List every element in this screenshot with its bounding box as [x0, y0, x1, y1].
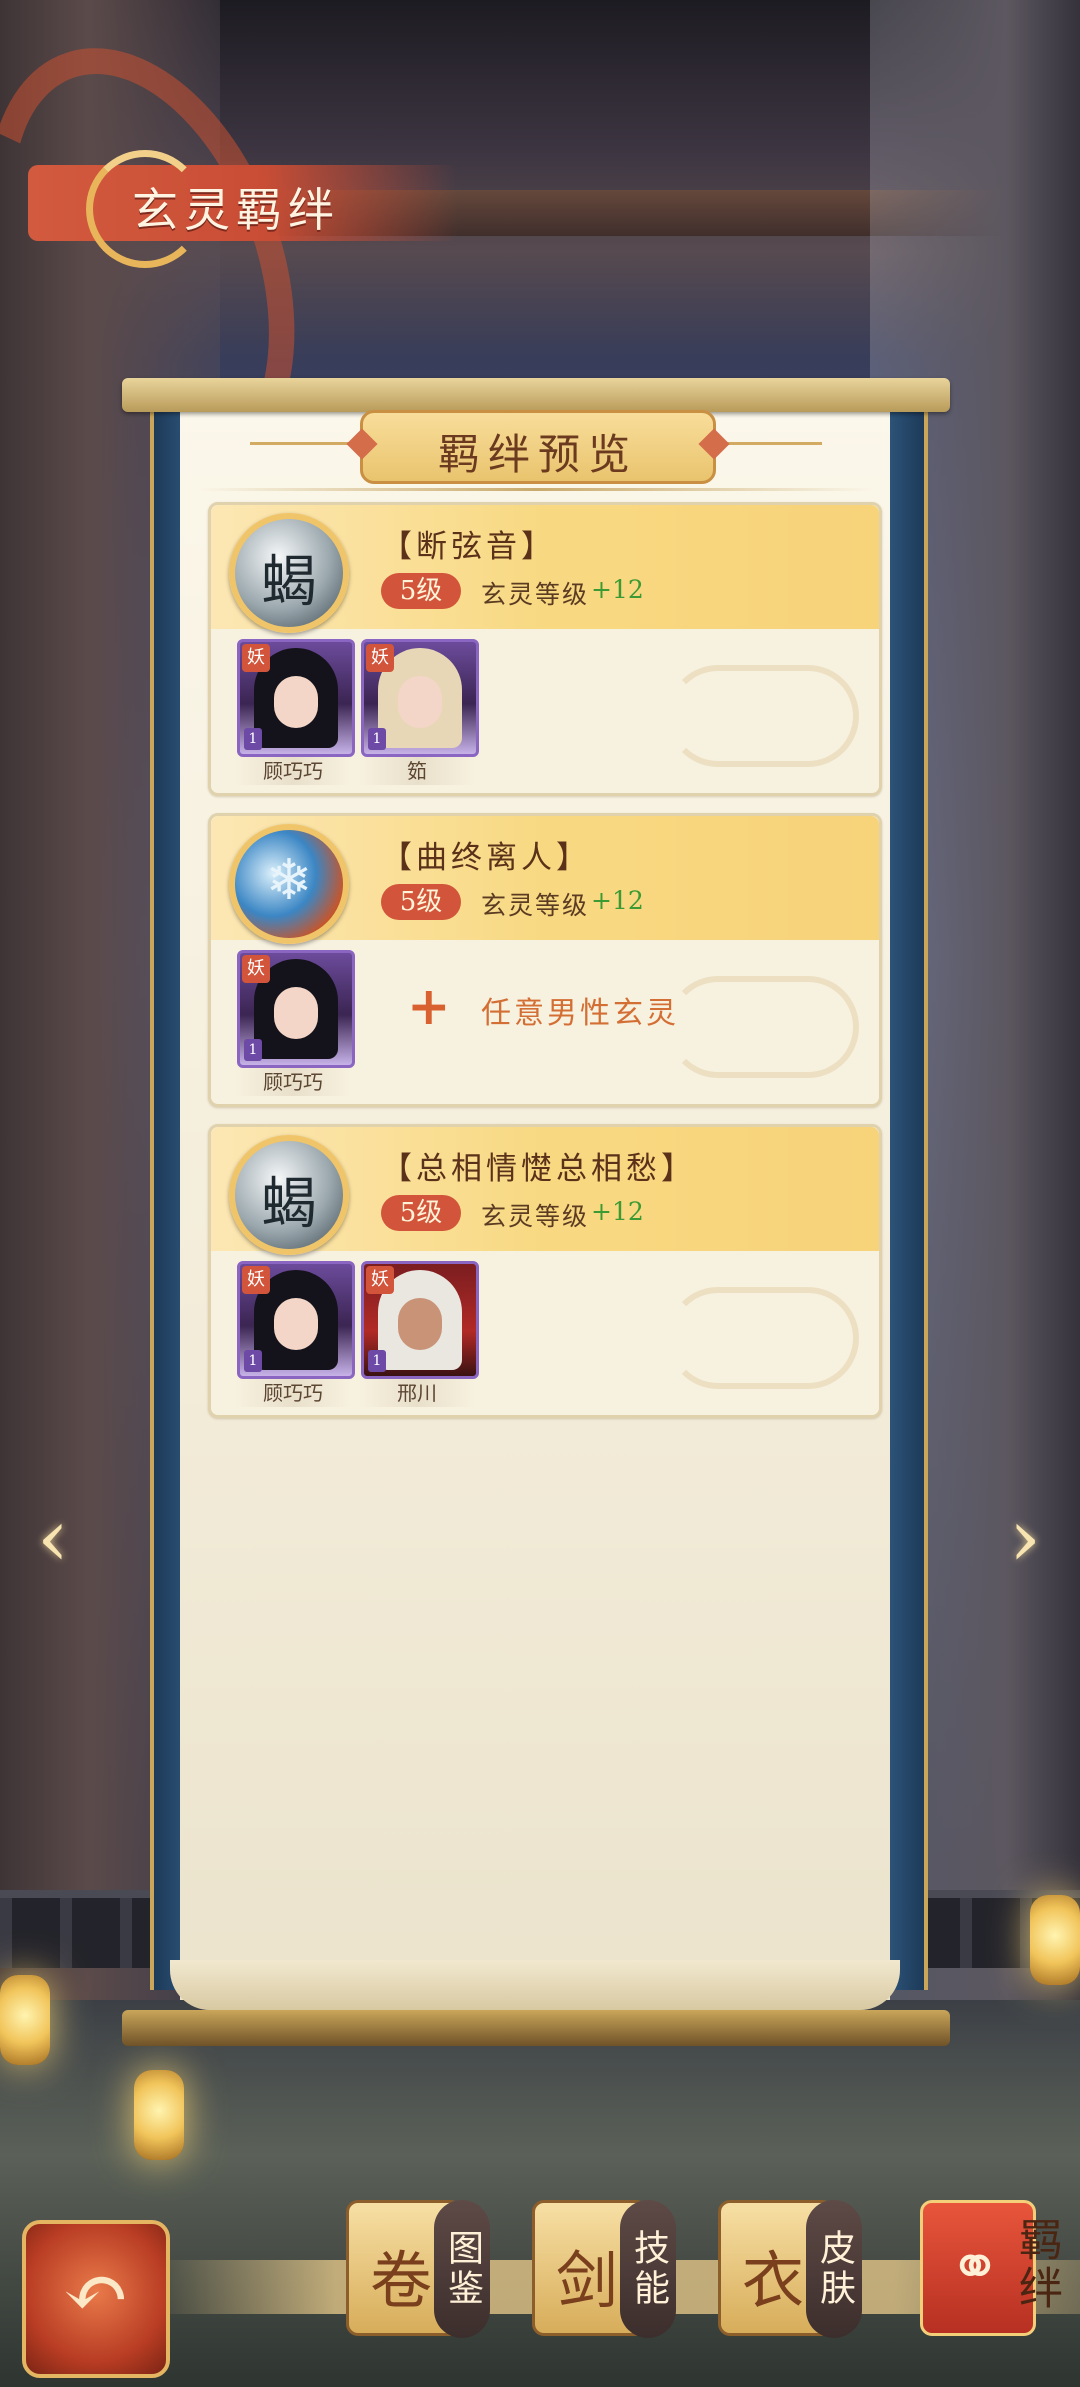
fire-ice-icon[interactable]: ❄ [229, 824, 349, 944]
scorpion-icon[interactable]: 蝎 [229, 513, 349, 633]
yao-tag-badge: 妖 [366, 644, 394, 672]
tab-label: 皮肤 [806, 2200, 862, 2338]
scroll-curl [170, 1960, 900, 2010]
character-level: 1 [244, 1039, 262, 1061]
bond-level-badge: 5级 [381, 1195, 461, 1231]
bond-name: 【总相情憷总相愁】 [381, 1151, 696, 1187]
prev-arrow-icon[interactable]: ‹ [18, 1495, 88, 1581]
scorpion-icon[interactable]: 蝎 [229, 1135, 349, 1255]
tab-label: 技能 [620, 2200, 676, 2338]
character-level: 1 [368, 1350, 386, 1372]
character-name: 邢川 [359, 1379, 475, 1407]
character-portrait[interactable]: 妖 1 [237, 1261, 355, 1379]
character-name: 顾巧巧 [235, 757, 351, 785]
tab-bonds[interactable]: ⚭ 羁绊 [920, 2190, 1070, 2340]
yao-tag-badge: 妖 [242, 955, 270, 983]
tab-collection[interactable]: 卷 图鉴 [346, 2190, 496, 2340]
title-line-right [722, 442, 822, 445]
any-male-slot-label: 任意男性玄灵 [481, 996, 679, 1031]
scroll-rod-bottom [122, 2010, 950, 2046]
scroll-rod-top [122, 378, 950, 412]
bond-bonus-label: 玄灵等级 [481, 1202, 590, 1231]
yao-tag-badge: 妖 [242, 644, 270, 672]
tab-label: 羁绊 [1011, 2217, 1062, 2313]
bond-name: 【断弦音】 [381, 529, 556, 565]
character-name: 筎 [359, 757, 475, 785]
section-title-plate: 羁绊预览 [360, 410, 716, 484]
section-title: 羁绊预览 [437, 430, 638, 479]
back-arrow-icon: ↶ [62, 2246, 130, 2339]
next-arrow-icon[interactable]: › [990, 1495, 1060, 1581]
page-title: 玄灵羁绊 [132, 183, 340, 237]
bond-name: 【曲终离人】 [381, 840, 591, 876]
character-portrait[interactable]: 妖 1 [237, 639, 355, 757]
bond-card-3[interactable]: 蝎 【总相情憷总相愁】 5级 玄灵等级 +12 妖 1 顾巧巧 妖 1 邢川 [208, 1124, 882, 1418]
cloud-decoration [667, 976, 859, 1078]
character-level: 1 [244, 728, 262, 750]
tab-skins[interactable]: 衣 皮肤 [718, 2190, 868, 2340]
scroll-edge-right [888, 400, 928, 1990]
bond-bonus-label: 玄灵等级 [481, 891, 590, 920]
bond-bonus-value: +12 [591, 1197, 644, 1226]
plus-icon: + [407, 976, 451, 1037]
bond-level-badge: 5级 [381, 573, 461, 609]
bond-card-1[interactable]: 蝎 【断弦音】 5级 玄灵等级 +12 妖 1 顾巧巧 妖 1 筎 [208, 502, 882, 796]
yao-tag-badge: 妖 [242, 1266, 270, 1294]
bond-bonus-value: +12 [591, 575, 644, 604]
character-level: 1 [368, 728, 386, 750]
divider [198, 488, 874, 491]
character-portrait[interactable]: 妖 1 [361, 639, 479, 757]
bond-level-badge: 5级 [381, 884, 461, 920]
title-line-left [250, 442, 350, 445]
character-portrait[interactable]: 妖 1 [237, 950, 355, 1068]
bond-bonus-label: 玄灵等级 [481, 580, 590, 609]
cloud-decoration [667, 665, 859, 767]
character-portrait[interactable]: 妖 1 [361, 1261, 479, 1379]
character-name: 顾巧巧 [235, 1379, 351, 1407]
lantern-right [1030, 1895, 1080, 1985]
cloud-decoration [667, 1287, 859, 1389]
tab-skills[interactable]: 剑 技能 [532, 2190, 682, 2340]
character-level: 1 [244, 1350, 262, 1372]
bond-bonus-value: +12 [591, 886, 644, 915]
bond-card-2[interactable]: ❄ 【曲终离人】 5级 玄灵等级 +12 妖 1 顾巧巧 + 任意男性玄灵 [208, 813, 882, 1107]
lantern-mid [134, 2070, 184, 2160]
tab-label: 图鉴 [434, 2200, 490, 2338]
back-button[interactable]: ↶ [22, 2220, 170, 2378]
yao-tag-badge: 妖 [366, 1266, 394, 1294]
lantern-left [0, 1975, 50, 2065]
character-name: 顾巧巧 [235, 1068, 351, 1096]
